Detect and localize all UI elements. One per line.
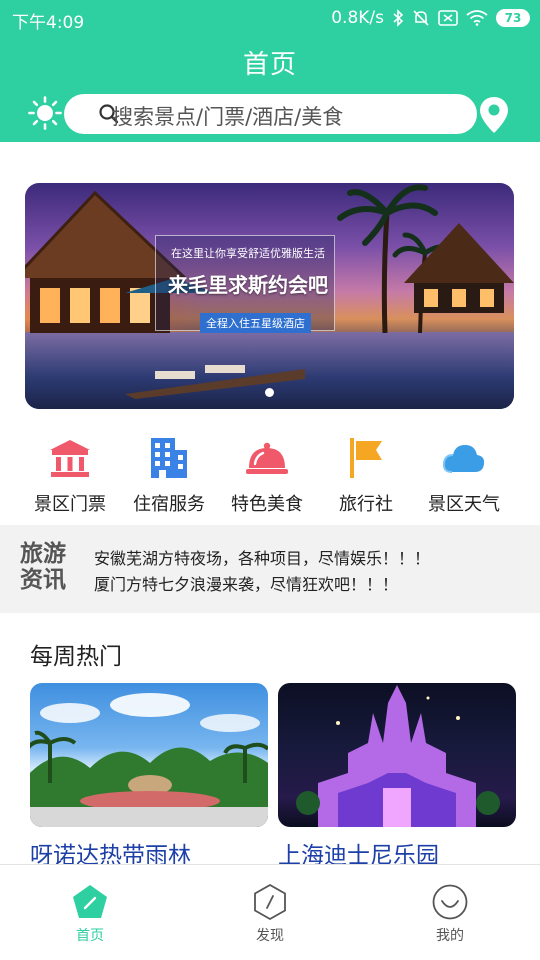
flag-icon — [350, 438, 382, 478]
category-scenic-tickets[interactable]: 景区门票 — [20, 436, 120, 516]
status-bar: 下午4:09 0.8K/s 73 — [0, 0, 540, 36]
wifi-icon — [466, 10, 488, 26]
banner-hut-right-image — [404, 223, 514, 313]
compass-icon — [254, 883, 286, 921]
category-local-food[interactable]: 特色美食 — [217, 436, 317, 516]
news-item[interactable]: 厦门方特七夕浪漫来袭，尽情狂欢吧！！！ — [94, 571, 398, 595]
nav-tab-me[interactable]: 我的 — [405, 883, 495, 945]
nav-label: 我的 — [436, 928, 464, 944]
ticket-gate-icon — [50, 440, 90, 477]
bluetooth-icon — [393, 9, 404, 27]
category-label: 特色美食 — [231, 494, 303, 515]
battery-indicator: 73 — [496, 9, 530, 27]
status-right: 0.8K/s 73 — [331, 8, 530, 28]
bottom-navigation: 首页 发现 我的 — [0, 864, 540, 960]
nav-tab-discover[interactable]: 发现 — [225, 883, 315, 945]
banner-subtitle: 在这里让你享受舒适优雅版生活 — [171, 247, 325, 260]
hot-card-disney-image[interactable] — [278, 683, 516, 827]
banner-title: 来毛里求斯约会吧 — [168, 273, 328, 297]
disney-castle-scene — [296, 685, 500, 827]
category-label: 景区天气 — [428, 494, 500, 515]
category-weather[interactable]: 景区天气 — [414, 436, 514, 516]
banner-pagination-dot[interactable] — [265, 388, 274, 397]
travel-news-panel: 旅游资讯 安徽芜湖方特夜场，各种项目，尽情娱乐！！！ 厦门方特七夕浪漫来袭，尽情… — [0, 525, 540, 613]
page-title: 首页 — [242, 50, 297, 80]
category-accommodation[interactable]: 住宿服务 — [119, 436, 219, 516]
nav-label: 发现 — [256, 928, 284, 944]
travel-news-logo: 旅游资讯 — [20, 541, 66, 593]
network-speed: 0.8K/s — [331, 8, 384, 28]
status-time: 下午4:09 — [12, 13, 85, 33]
mute-bell-icon — [413, 10, 429, 26]
section-title-weekly-hot: 每周热门 — [30, 644, 122, 670]
news-item[interactable]: 安徽芜湖方特夜场，各种项目，尽情娱乐！！！ — [94, 545, 430, 569]
building-icon — [151, 438, 187, 478]
category-label: 旅行社 — [339, 494, 393, 515]
cloud-icon — [442, 445, 485, 473]
category-label: 住宿服务 — [133, 494, 205, 515]
food-cloche-icon — [246, 442, 288, 474]
nav-tab-home[interactable]: 首页 — [45, 883, 135, 945]
search-input[interactable]: 搜索景点/门票/酒店/美食 — [64, 94, 477, 134]
rainforest-scene — [30, 693, 268, 827]
home-pentagon-icon — [73, 885, 107, 918]
nav-label: 首页 — [76, 928, 104, 944]
category-travel-agency[interactable]: 旅行社 — [316, 436, 416, 516]
promo-banner[interactable]: 在这里让你享受舒适优雅版生活 来毛里求斯约会吧 全程入住五星级酒店 — [25, 183, 514, 409]
smile-icon — [432, 884, 468, 920]
search-placeholder: 搜索景点/门票/酒店/美食 — [112, 105, 344, 129]
sim-icon — [438, 10, 458, 26]
hot-card-rainforest-image[interactable] — [30, 683, 268, 827]
sun-icon[interactable] — [28, 96, 62, 130]
banner-tag: 全程入住五星级酒店 — [200, 313, 311, 333]
location-pin-icon[interactable] — [478, 96, 510, 134]
category-label: 景区门票 — [34, 494, 106, 515]
banner-deck-image — [125, 365, 305, 399]
app-header: 下午4:09 0.8K/s 73 首页 搜索景点/门票/酒店/美食 — [0, 0, 540, 142]
